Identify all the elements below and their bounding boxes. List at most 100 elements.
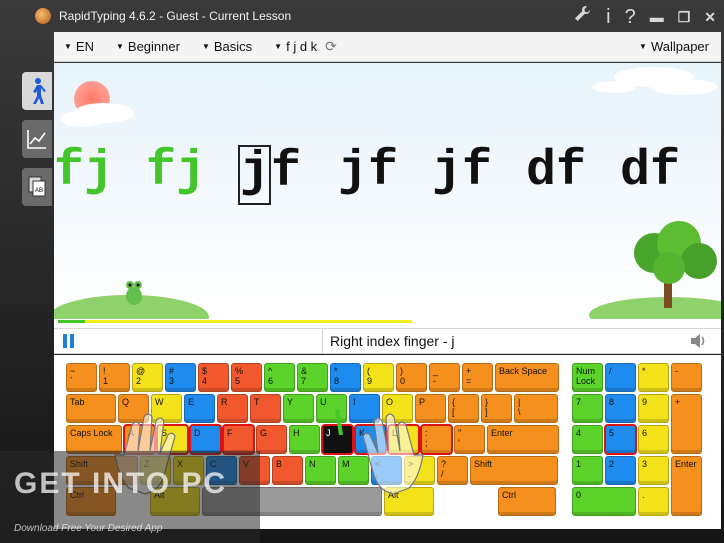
key[interactable]: M [338,456,369,485]
key[interactable]: V [239,456,270,485]
key[interactable]: ? / [437,456,468,485]
key[interactable]: N [305,456,336,485]
key[interactable] [202,487,382,516]
key[interactable]: 2 [605,456,636,485]
lesson-toolbar: ▼ EN ▼ Beginner ▼ Basics ▼ f j d k ⟳ ▼ Wallpa… [54,32,721,62]
key[interactable]: < , [371,456,402,485]
key[interactable]: _ - [429,363,460,392]
maximize-icon[interactable]: ❐ [678,7,691,27]
key[interactable]: + = [462,363,493,392]
word-pending: jf [432,143,493,200]
key[interactable]: : ; [420,424,453,455]
key[interactable]: Ctrl [498,487,556,516]
key[interactable]: J [321,424,354,455]
key[interactable]: A [123,424,156,455]
key[interactable]: 8 [605,394,636,423]
key[interactable]: % 5 [231,363,262,392]
key[interactable]: & 7 [297,363,328,392]
key[interactable]: Back Space [495,363,559,392]
key[interactable]: Enter [487,425,559,454]
key[interactable]: # 3 [165,363,196,392]
key[interactable]: X [173,456,204,485]
key[interactable]: * 8 [330,363,361,392]
key[interactable]: Alt [384,487,434,516]
key[interactable]: * [638,363,669,392]
info-icon[interactable]: i [606,6,610,28]
key[interactable]: 4 [572,425,603,454]
course-dropdown[interactable]: ▼ Basics [202,39,252,54]
key[interactable]: K [354,424,387,455]
key[interactable]: - [671,363,702,392]
lesson-editor-icon[interactable]: AB [22,168,52,206]
key[interactable]: 7 [572,394,603,423]
key[interactable]: G [256,425,287,454]
key[interactable]: . [638,487,669,516]
key[interactable]: ^ 6 [264,363,295,392]
key[interactable]: | \ [514,394,558,423]
key[interactable]: 9 [638,394,669,423]
key[interactable]: Enter [671,456,702,516]
key[interactable]: ~ ` [66,363,97,392]
lesson-dropdown[interactable]: ▼ f j d k [274,39,317,54]
key[interactable]: Caps Lock [66,425,122,454]
key[interactable]: ( 9 [363,363,394,392]
sidebar: AB [22,72,54,216]
key[interactable]: U [316,394,347,423]
key[interactable]: Tab [66,394,116,423]
key[interactable]: 6 [638,425,669,454]
key[interactable]: > . [404,456,435,485]
key[interactable]: R [217,394,248,423]
key[interactable]: Shift [66,456,138,485]
minimize-icon[interactable]: ▬ [650,7,664,27]
window-title: RapidTyping 4.6.2 - Guest - Current Less… [59,9,292,23]
key[interactable]: $ 4 [198,363,229,392]
key[interactable]: W [151,394,182,423]
dropdown-arrow-icon: ▼ [64,42,72,51]
key[interactable]: D [189,424,222,455]
key[interactable]: P [415,394,446,423]
key[interactable]: H [289,425,320,454]
key[interactable]: C [206,456,237,485]
wallpaper-dropdown[interactable]: ▼ Wallpaper [639,39,709,54]
cursor-character: j [238,145,271,205]
key[interactable]: { [ [448,394,479,423]
key[interactable]: Shift [470,456,558,485]
key[interactable]: Alt [150,487,200,516]
key[interactable]: + [671,394,702,454]
key[interactable]: Num Lock [572,363,603,392]
key[interactable]: 3 [638,456,669,485]
key[interactable]: 5 [604,424,637,455]
key[interactable]: Ctrl [66,487,116,516]
close-icon[interactable]: ✕ [704,7,716,27]
key[interactable]: 1 [572,456,603,485]
refresh-icon[interactable]: ⟳ [325,38,337,55]
key[interactable]: Y [283,394,314,423]
key[interactable]: E [184,394,215,423]
key[interactable]: O [382,394,413,423]
pause-icon[interactable] [62,334,76,348]
key[interactable]: Z [140,456,171,485]
language-dropdown[interactable]: ▼ EN [64,39,94,54]
key[interactable]: I [349,394,380,423]
key[interactable]: 0 [572,487,636,516]
key[interactable]: Q [118,394,149,423]
typing-lesson-icon[interactable] [22,72,52,110]
key[interactable]: ) 0 [396,363,427,392]
lesson-text: fj fj jf jf jf df df [54,143,721,213]
statistics-icon[interactable] [22,120,52,158]
key[interactable]: @ 2 [132,363,163,392]
key[interactable]: / [605,363,636,392]
key[interactable]: } ] [481,394,512,423]
key[interactable]: B [272,456,303,485]
help-icon[interactable]: ? [625,6,636,28]
key[interactable]: " ' [454,425,485,454]
key[interactable]: ! 1 [99,363,130,392]
word-current: jf [238,143,301,205]
key[interactable]: T [250,394,281,423]
key[interactable]: L [387,424,420,455]
key[interactable]: F [222,424,255,455]
wrench-icon[interactable] [572,4,592,29]
key[interactable]: S [156,424,189,455]
speaker-icon[interactable] [689,332,707,350]
level-dropdown[interactable]: ▼ Beginner [116,39,180,54]
